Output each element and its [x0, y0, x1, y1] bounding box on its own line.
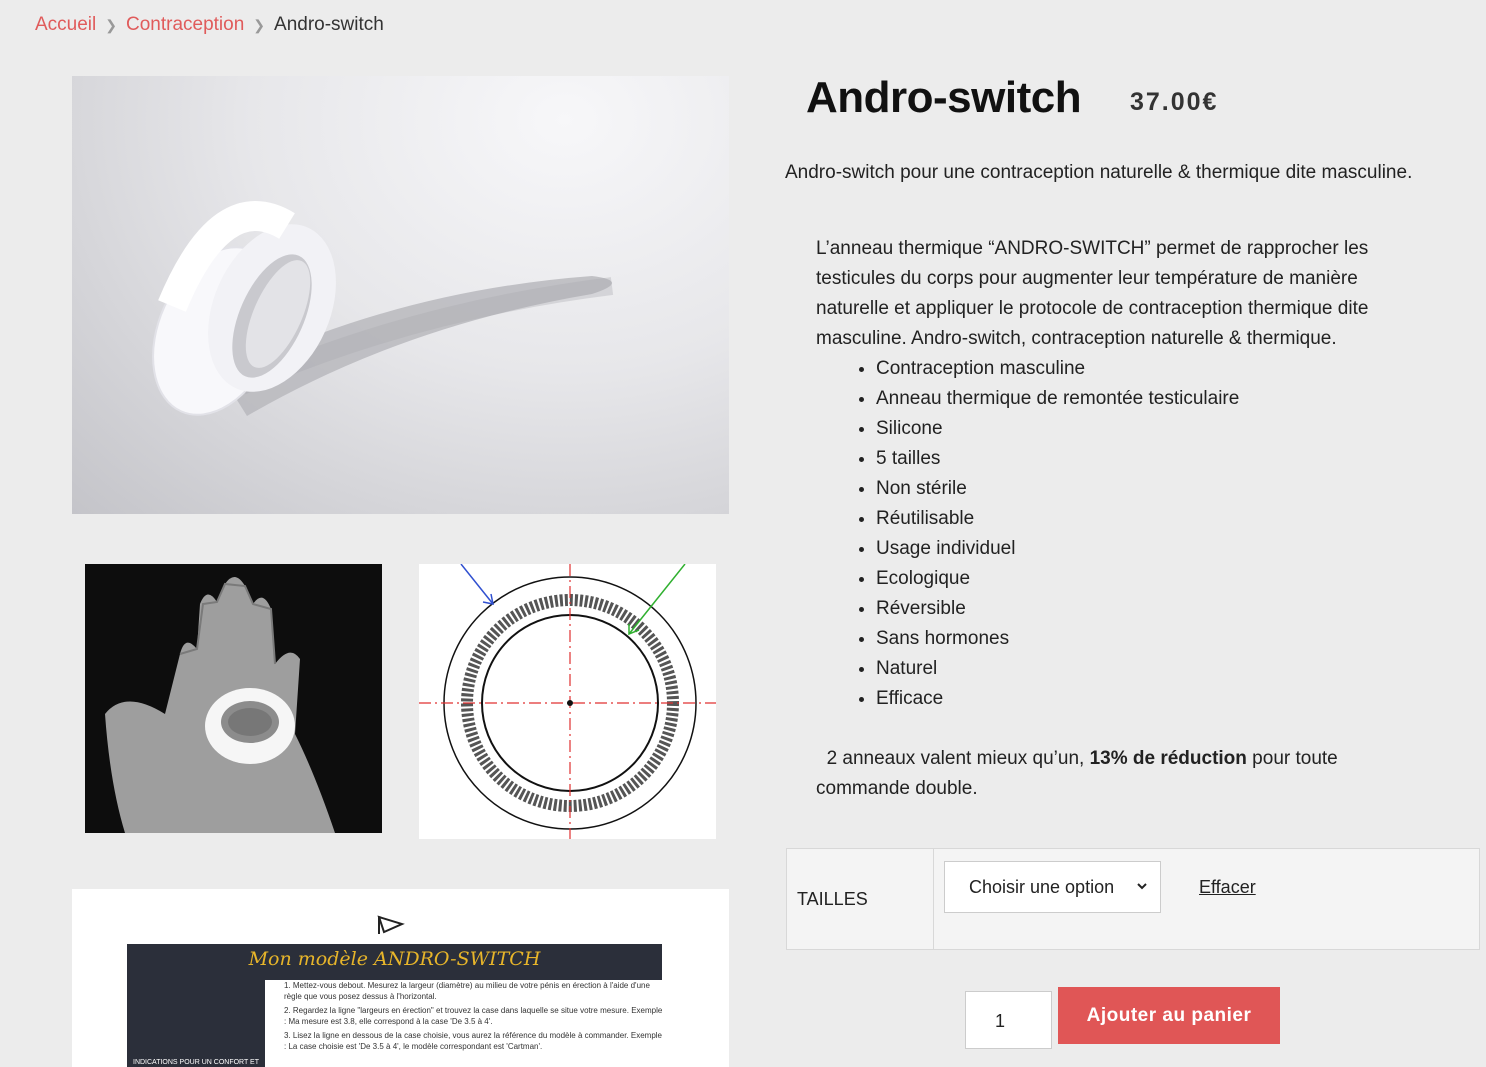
- variation-label: TAILLES: [797, 889, 868, 909]
- product-title: Andro-switch: [806, 73, 1082, 122]
- size-guide-title: Mon modèle ANDRO-SWITCH: [248, 948, 541, 970]
- feature-item: Sans hormones: [876, 624, 1416, 654]
- product-diagram-image[interactable]: [419, 564, 716, 839]
- quantity-input[interactable]: 1: [965, 991, 1052, 1049]
- product-size-guide-image[interactable]: Mon modèle ANDRO-SWITCH INDICATIONS POUR…: [72, 889, 729, 1067]
- promo-highlight: 13% de réduction: [1089, 748, 1247, 769]
- feature-item: Silicone: [876, 414, 1416, 444]
- add-to-cart-button[interactable]: Ajouter au panier: [1058, 987, 1280, 1044]
- variations-table: TAILLES Choisir une option Effacer: [786, 848, 1480, 950]
- chevron-right-icon: ❯: [105, 16, 117, 33]
- feature-item: Anneau thermique de remontée testiculair…: [876, 384, 1416, 414]
- feature-item: 5 tailles: [876, 444, 1416, 474]
- size-select-value: Choisir une option: [969, 877, 1115, 897]
- feature-item: Ecologique: [876, 564, 1416, 594]
- ring-photo: [152, 201, 614, 416]
- feature-item: Efficace: [876, 684, 1416, 714]
- feature-item: Réversible: [876, 594, 1416, 624]
- feature-item: Réutilisable: [876, 504, 1416, 534]
- size-select[interactable]: Choisir une option: [944, 861, 1161, 913]
- feature-item: Naturel: [876, 654, 1416, 684]
- variation-label-cell: TAILLES: [787, 849, 934, 949]
- promo-before: 2 anneaux valent mieux qu’un,: [826, 748, 1090, 769]
- promo-text: 2 anneaux valent mieux qu’un, 13% de réd…: [816, 744, 1416, 804]
- size-guide-step: 3. Lisez la ligne en dessous de la case …: [284, 1031, 662, 1051]
- feature-item: Usage individuel: [876, 534, 1416, 564]
- quantity-value: 1: [995, 1011, 1006, 1031]
- size-guide-step: 2. Regardez la ligne "largeurs en érecti…: [284, 1006, 663, 1026]
- product-short-description: Andro-switch pour une contraception natu…: [785, 162, 1413, 183]
- product-hand-image[interactable]: [85, 564, 382, 833]
- feature-item: Non stérile: [876, 474, 1416, 504]
- hand-photo: [85, 564, 382, 833]
- ring-diagram: [419, 564, 716, 839]
- description-paragraph: L’anneau thermique “ANDRO-SWITCH” permet…: [816, 238, 1369, 349]
- size-guide-step: 1. Mettez-vous debout. Mesurez la largeu…: [284, 981, 650, 1001]
- product-description: L’anneau thermique “ANDRO-SWITCH” permet…: [816, 234, 1416, 804]
- feature-item: Contraception masculine: [876, 354, 1416, 384]
- product-main-image[interactable]: [72, 76, 729, 514]
- chevron-down-icon: [1137, 883, 1147, 890]
- size-guide-side-panel: INDICATIONS POUR UN CONFORT ET: [127, 980, 265, 1067]
- size-guide-side-text: INDICATIONS POUR UN CONFORT ET: [133, 1059, 260, 1066]
- product-price: 37.00€: [1130, 88, 1219, 116]
- breadcrumb-home-link[interactable]: Accueil: [35, 14, 96, 36]
- size-guide-instructions: 1. Mettez-vous debout. Mesurez la largeu…: [284, 980, 664, 1055]
- flag-icon: [377, 915, 405, 934]
- breadcrumb-current: Andro-switch: [274, 14, 384, 35]
- breadcrumb: Accueil ❯ Contraception ❯ Andro-switch: [35, 14, 384, 36]
- breadcrumb-category-link[interactable]: Contraception: [126, 14, 244, 36]
- size-guide-header: Mon modèle ANDRO-SWITCH: [127, 944, 662, 980]
- chevron-right-icon: ❯: [253, 16, 266, 33]
- reset-variations-link[interactable]: Effacer: [1199, 877, 1256, 898]
- feature-list: Contraception masculine Anneau thermique…: [816, 354, 1416, 714]
